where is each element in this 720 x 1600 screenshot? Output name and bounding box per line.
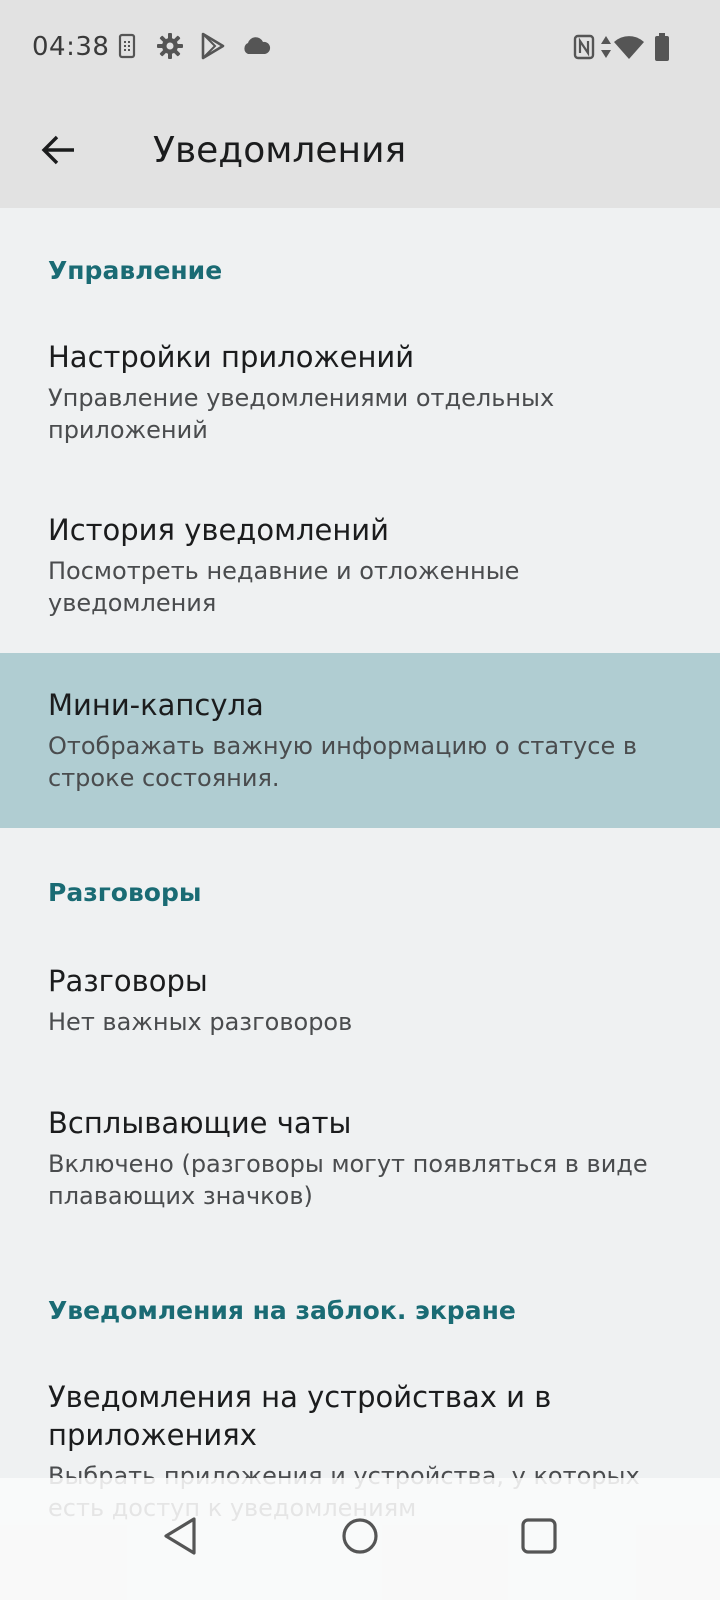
- sim-card-icon: [118, 33, 136, 59]
- section-header-lock-screen: Уведомления на заблок. экране: [48, 1296, 516, 1325]
- pref-summary: Нет важных разговоров: [48, 1008, 353, 1036]
- data-arrows-icon: [599, 34, 613, 60]
- pref-summary: Посмотреть недавние и отложенные уведомл…: [48, 557, 520, 617]
- arrow-back-icon: [40, 134, 76, 170]
- pref-title: Настройки приложений: [48, 340, 415, 374]
- navigation-bar: [0, 1478, 720, 1600]
- nav-back-button[interactable]: [150, 1508, 210, 1568]
- play-store-icon: [200, 32, 226, 60]
- status-bar: 04:38: [0, 0, 720, 96]
- nav-home-button[interactable]: [330, 1508, 390, 1568]
- nav-home-icon: [340, 1516, 380, 1560]
- nav-recents-icon: [519, 1516, 559, 1560]
- pref-notification-history[interactable]: История уведомлений Посмотреть недавние …: [0, 488, 720, 653]
- nfc-icon: [573, 34, 595, 60]
- page-title: Уведомления: [153, 130, 407, 171]
- pref-title: Уведомления на устройствах и в приложени…: [48, 1380, 552, 1452]
- section-header-management: Управление: [48, 256, 223, 285]
- pref-summary: Управление уведомлениями отдельных прило…: [48, 384, 555, 444]
- app-bar: Уведомления: [0, 96, 720, 208]
- back-button[interactable]: [28, 122, 88, 182]
- status-time: 04:38: [32, 32, 110, 62]
- pref-title: Мини-капсула: [48, 688, 264, 722]
- pref-mini-capsule[interactable]: Мини-капсула Отображать важную информаци…: [0, 653, 720, 828]
- battery-icon: [653, 32, 671, 62]
- wifi-icon: [613, 34, 645, 60]
- pref-conversations[interactable]: Разговоры Нет важных разговоров: [0, 938, 720, 1078]
- pref-summary: Отображать важную информацию о статусе в…: [48, 732, 637, 792]
- settings-gear-icon: [156, 32, 184, 60]
- nav-recents-button[interactable]: [509, 1508, 569, 1568]
- cloud-icon: [241, 36, 271, 56]
- pref-title: Всплывающие чаты: [48, 1106, 352, 1140]
- section-header-conversations: Разговоры: [48, 878, 202, 907]
- pref-title: История уведомлений: [48, 513, 389, 547]
- settings-screen: 04:38 Уведомления Управление Настройки п…: [0, 0, 720, 1600]
- nav-back-icon: [160, 1515, 200, 1561]
- pref-summary: Включено (разговоры могут появляться в в…: [48, 1150, 648, 1210]
- pref-bubbles[interactable]: Всплывающие чаты Включено (разговоры мог…: [0, 1078, 720, 1248]
- pref-app-settings[interactable]: Настройки приложений Управление уведомле…: [0, 318, 720, 488]
- pref-title: Разговоры: [48, 964, 208, 998]
